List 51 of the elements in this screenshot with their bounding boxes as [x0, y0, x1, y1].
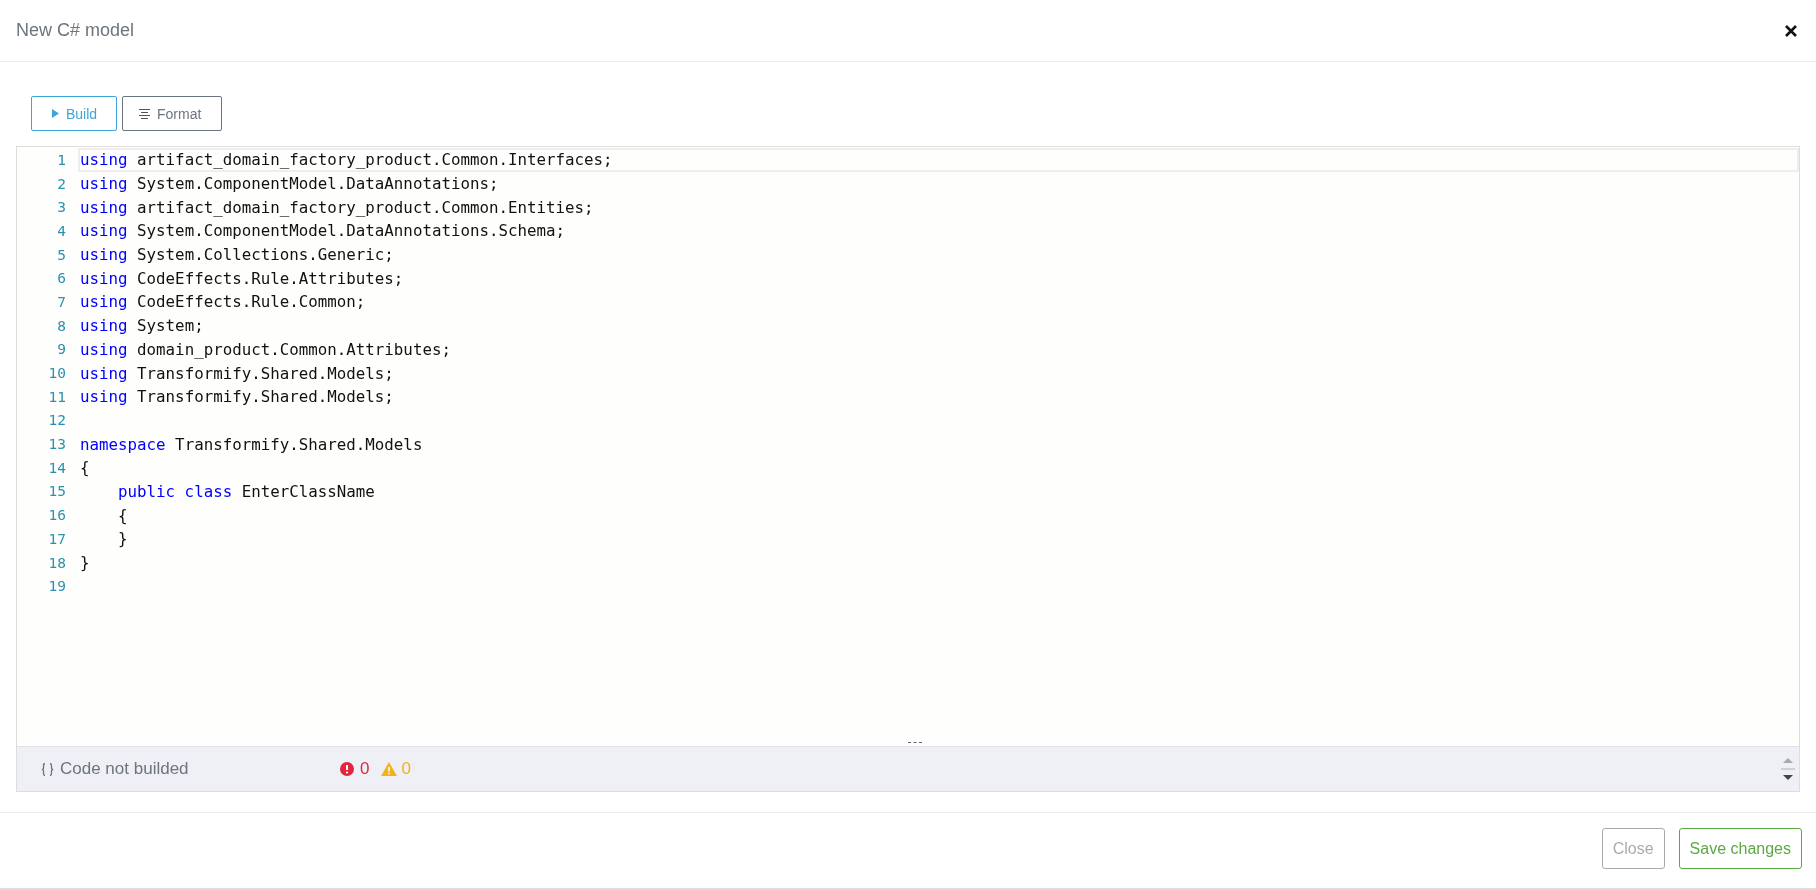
code-line: using System; — [80, 316, 204, 336]
build-status: Code not builded — [60, 759, 190, 779]
scroll-arrows-icon[interactable] — [1781, 755, 1795, 783]
code-line: using System.ComponentModel.DataAnnotations.Schema; — [80, 221, 566, 241]
line-number: 4 — [56, 222, 67, 239]
line-number: 5 — [56, 246, 67, 263]
code-line: public class EnterClassName — [117, 481, 375, 501]
resize-grip-icon[interactable] — [908, 741, 922, 744]
close-icon[interactable] — [1784, 23, 1798, 38]
line-number: 10 — [47, 365, 67, 382]
code-line: using Transformify.Shared.Models; — [80, 363, 394, 383]
code-line: { — [80, 458, 90, 478]
code-line: } — [117, 529, 128, 549]
line-number: 1 — [56, 151, 67, 168]
warning-icon — [381, 762, 398, 776]
code-line: using System.Collections.Generic; — [80, 245, 394, 265]
code-line: { — [117, 505, 128, 525]
line-number: 15 — [47, 483, 67, 500]
code-line: using Transformify.Shared.Models; — [80, 387, 394, 407]
line-number: 19 — [47, 578, 67, 595]
align-center-icon — [139, 108, 150, 119]
line-number: 17 — [47, 530, 67, 547]
line-number: 8 — [56, 317, 67, 334]
format-button[interactable]: Format — [122, 96, 222, 131]
error-count: 0 — [360, 759, 370, 779]
play-icon — [52, 109, 59, 118]
code-line: namespace Transformify.Shared.Models — [80, 434, 423, 454]
line-number: 18 — [47, 554, 67, 571]
code-line: using CodeEffects.Rule.Common; — [80, 292, 366, 312]
code-line: using domain_product.Common.Attributes; — [80, 339, 451, 359]
line-number: 12 — [47, 412, 67, 429]
warning-count: 0 — [401, 759, 411, 779]
line-number: 6 — [56, 270, 67, 287]
line-number: 13 — [47, 436, 67, 453]
modal-title: New C# model — [16, 20, 135, 41]
code-line: using System.ComponentModel.DataAnnotations; — [80, 174, 499, 194]
error-icon — [340, 762, 354, 776]
line-number: 11 — [47, 388, 67, 405]
line-number: 9 — [56, 341, 67, 358]
code-line: using CodeEffects.Rule.Attributes; — [80, 268, 404, 288]
line-number: 2 — [56, 175, 67, 192]
braces-icon — [41, 762, 54, 776]
code-line: using artifact_domain_factory_product.Common.Interfaces; — [80, 150, 613, 170]
save-button[interactable]: Save changes — [1678, 828, 1802, 869]
line-number: 3 — [56, 199, 67, 216]
code-line: using artifact_domain_factory_product.Common.Entities; — [80, 197, 594, 217]
line-number: 7 — [56, 293, 67, 310]
line-number: 16 — [47, 507, 67, 524]
line-number: 14 — [47, 459, 67, 476]
build-button[interactable]: Build — [31, 96, 117, 131]
code-line: } — [80, 553, 90, 573]
